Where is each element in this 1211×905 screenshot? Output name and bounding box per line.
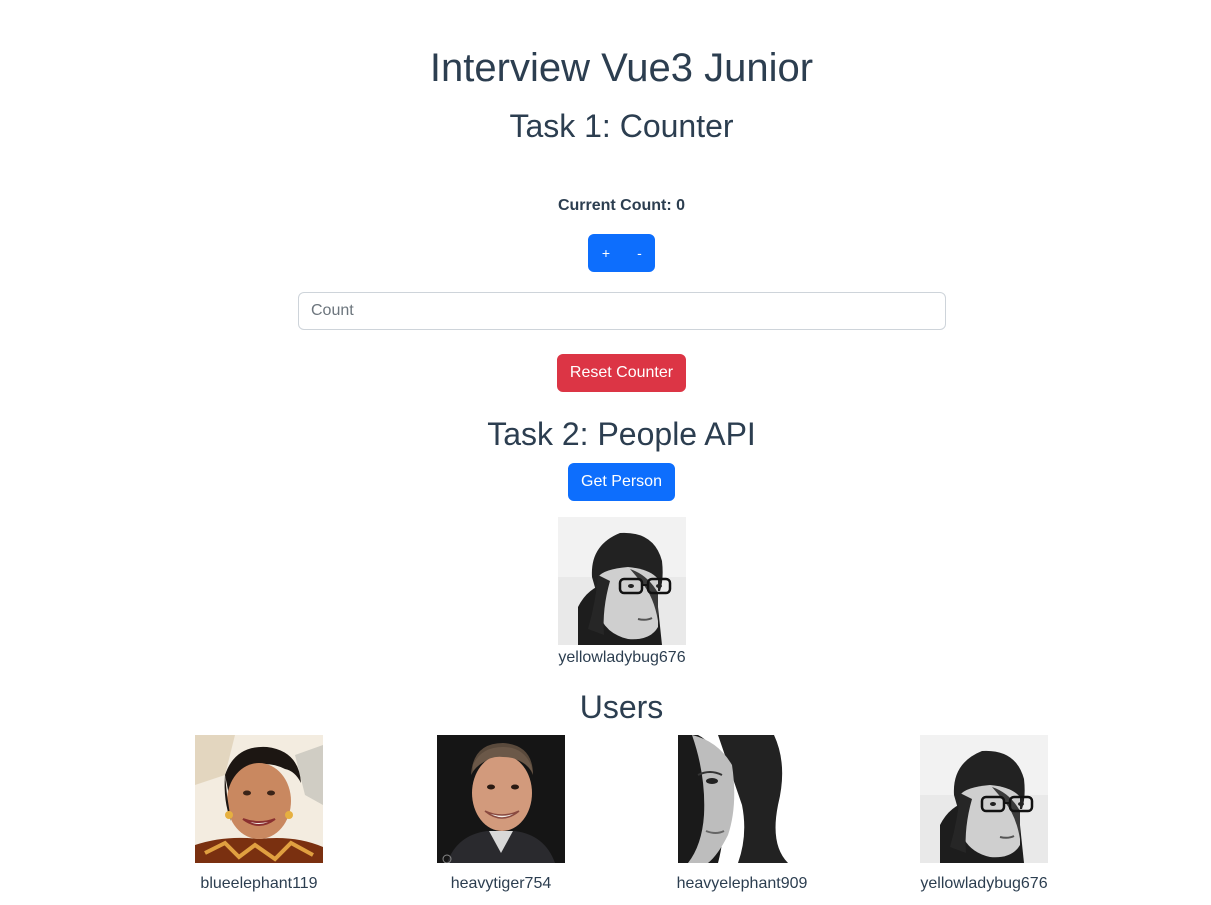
decrement-button[interactable]: - [624, 234, 655, 272]
user-username: heavyelephant909 [676, 875, 808, 892]
app-root: Interview Vue3 Junior Task 1: Counter Cu… [0, 0, 1211, 905]
user-avatar [678, 735, 806, 863]
user-avatar [437, 735, 565, 863]
reset-counter-button[interactable]: Reset Counter [557, 354, 686, 392]
user-username: heavytiger754 [450, 875, 552, 892]
users-heading: Users [579, 689, 664, 725]
counter-stepper: + - [588, 234, 655, 272]
person-username: yellowladybug676 [558, 649, 686, 666]
task1-heading: Task 1: Counter [509, 108, 734, 144]
task2-heading: Task 2: People API [487, 416, 756, 452]
get-person-button[interactable]: Get Person [568, 463, 675, 501]
increment-button[interactable]: + [588, 234, 624, 272]
current-count-label: Current Count: 0 [557, 197, 686, 214]
user-avatar [195, 735, 323, 863]
page-title: Interview Vue3 Junior [429, 46, 814, 90]
count-input[interactable] [298, 292, 946, 330]
user-username: blueelephant119 [200, 875, 318, 892]
user-username: yellowladybug676 [920, 875, 1048, 892]
person-avatar [558, 517, 686, 645]
user-avatar [920, 735, 1048, 863]
